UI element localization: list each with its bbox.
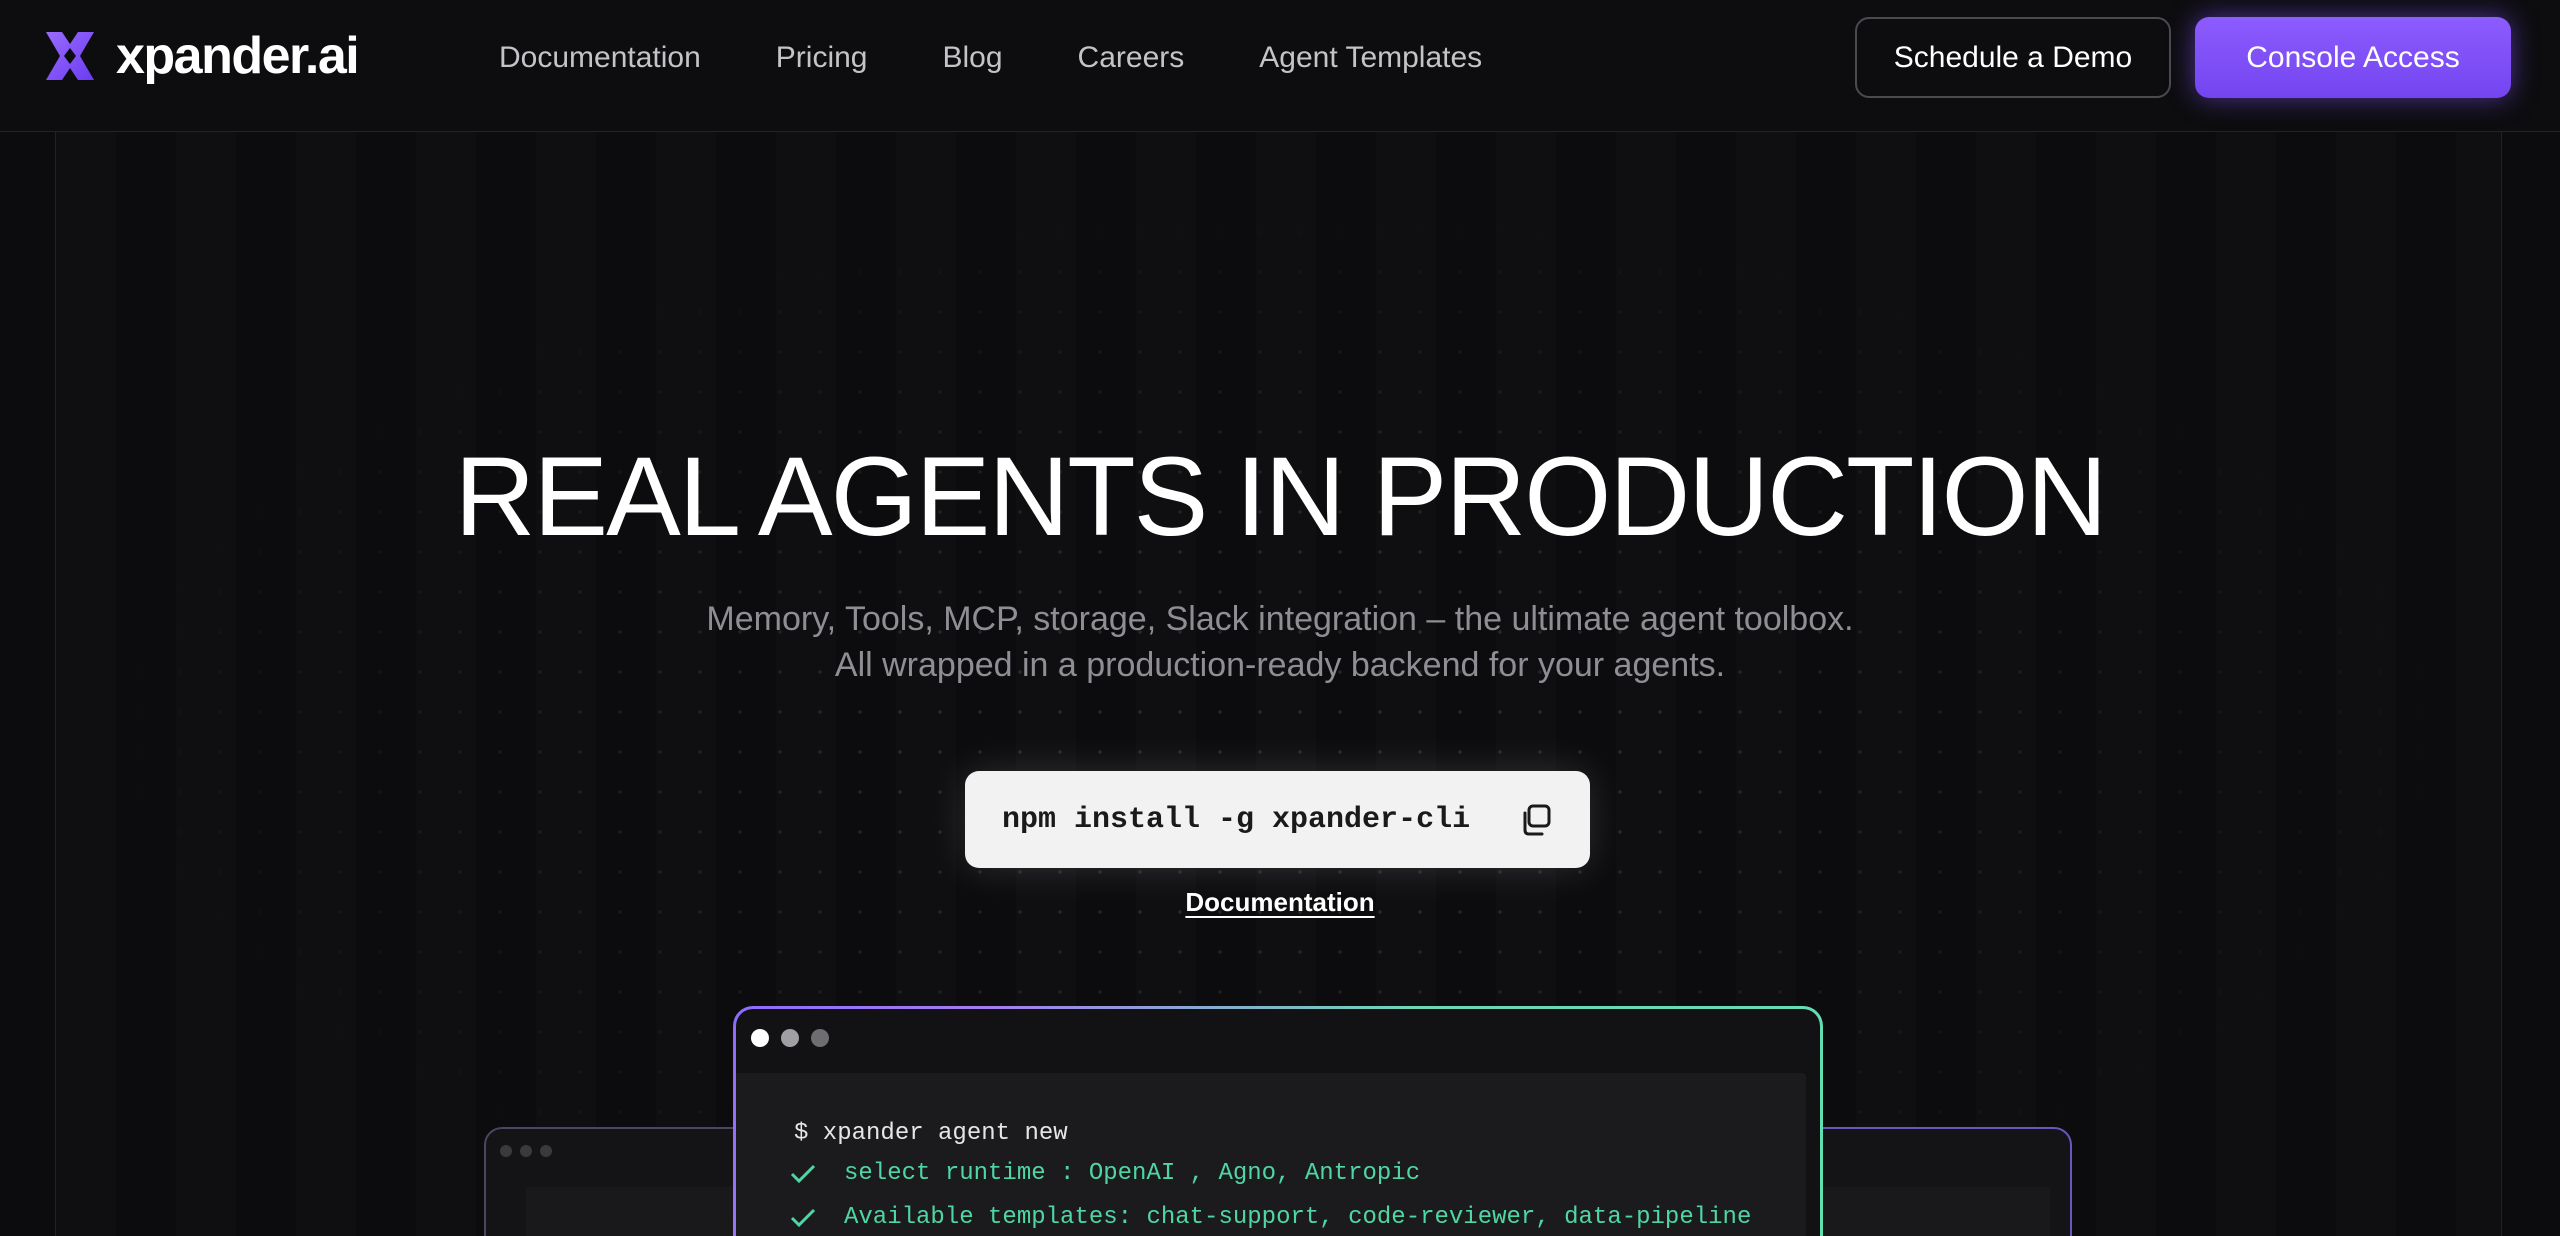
console-access-button[interactable]: Console Access [2195, 17, 2511, 98]
terminal-output-text: select runtime : OpenAI , Agno, Antropic [844, 1160, 1421, 1187]
xpander-logo-icon [46, 32, 94, 80]
hero-subtitle: Memory, Tools, MCP, storage, Slack integ… [0, 596, 2560, 688]
cli-terminal-window: $ xpander agent new select runtime : Ope… [733, 1006, 1823, 1236]
brand-name: xpander.ai [116, 27, 360, 85]
terminal-body: $ xpander agent new select runtime : Ope… [736, 1073, 1806, 1236]
main-nav: Documentation Pricing Blog Careers Agent… [499, 36, 1557, 80]
install-command: npm install -g xpander-cli [1002, 802, 1471, 837]
window-dot-maximize[interactable] [811, 1029, 829, 1047]
nav-pricing[interactable]: Pricing [776, 36, 868, 80]
nav-agent-templates[interactable]: Agent Templates [1259, 36, 1482, 80]
hero-subtitle-line-2: All wrapped in a production-ready backen… [834, 646, 1726, 684]
documentation-link-wrapper: Documentation [0, 886, 2560, 918]
install-command-box: npm install -g xpander-cli [965, 771, 1590, 868]
terminal-prompt: $ xpander agent new [794, 1120, 1068, 1147]
window-dots [500, 1145, 560, 1157]
brand-logo[interactable]: xpander.ai [42, 27, 360, 85]
copy-icon[interactable] [1519, 803, 1553, 837]
hero-subtitle-line-1: Memory, Tools, MCP, storage, Slack integ… [706, 600, 1854, 638]
nav-documentation[interactable]: Documentation [499, 36, 701, 80]
terminal-output-line: Available templates: chat-support, code-… [790, 1203, 1752, 1233]
window-dot-minimize[interactable] [781, 1029, 799, 1047]
window-controls [751, 1029, 841, 1047]
schedule-demo-button[interactable]: Schedule a Demo [1855, 17, 2171, 98]
checkmark-icon [790, 1208, 816, 1228]
nav-blog[interactable]: Blog [943, 36, 1003, 80]
nav-careers[interactable]: Careers [1078, 36, 1185, 80]
terminal-output-text: Available templates: chat-support, code-… [844, 1204, 1752, 1231]
window-dot-close[interactable] [751, 1029, 769, 1047]
terminal-output-line: select runtime : OpenAI , Agno, Antropic [790, 1159, 1421, 1189]
documentation-link[interactable]: Documentation [1185, 887, 1374, 917]
checkmark-icon [790, 1164, 816, 1184]
site-header: xpander.ai Documentation Pricing Blog Ca… [0, 0, 2560, 132]
hero-title: REAL AGENTS IN PRODUCTION [454, 434, 2108, 559]
